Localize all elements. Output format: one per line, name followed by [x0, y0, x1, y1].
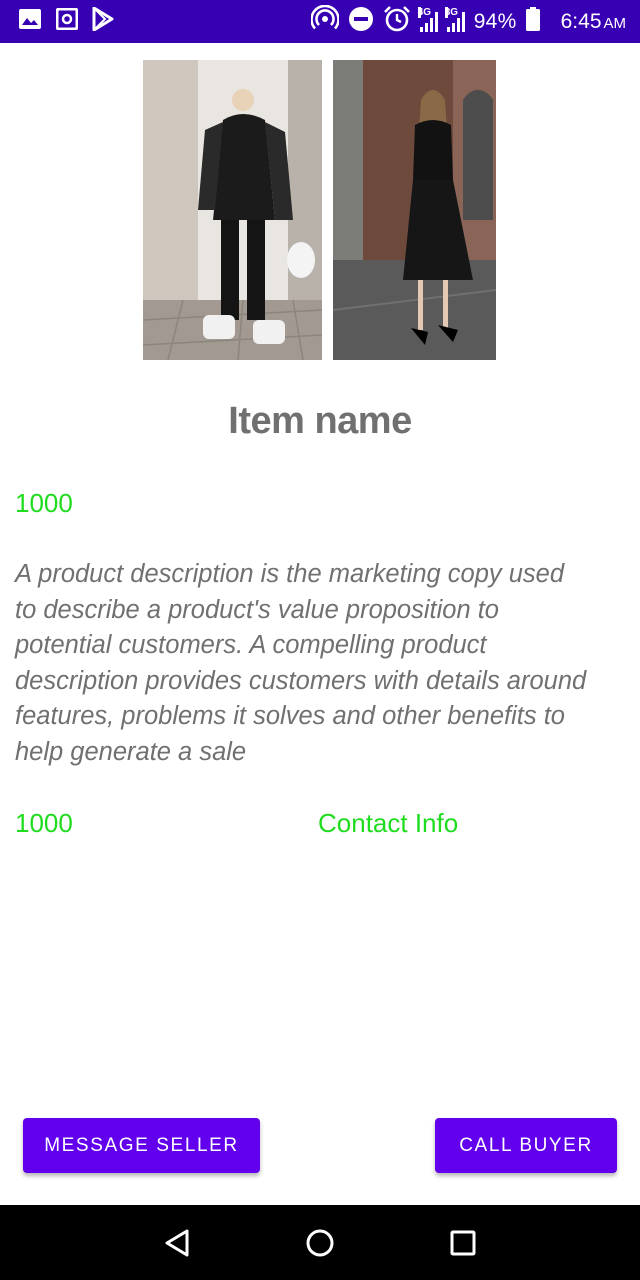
- battery-percent: 94%: [473, 9, 517, 33]
- do-not-disturb-icon: [348, 6, 374, 37]
- status-right: 4G 3G 94% 6:45 AM: [309, 4, 626, 38]
- image-icon: [18, 8, 42, 35]
- hotspot-icon: [309, 4, 340, 38]
- clock: 6:45 AM: [560, 9, 626, 33]
- screenshot-icon: [55, 7, 79, 35]
- status-left: [18, 6, 114, 36]
- alarm-icon: [383, 5, 411, 38]
- product-photo-1[interactable]: [143, 60, 322, 360]
- status-bar: 4G 3G 94% 6:45 AM: [0, 0, 640, 43]
- item-name: Item name: [228, 400, 412, 442]
- home-icon[interactable]: [300, 1223, 340, 1263]
- item-price-secondary: 1000: [15, 808, 73, 838]
- battery-icon: [525, 7, 540, 36]
- signal-3g-icon: 3G: [444, 6, 465, 32]
- item-price: 1000: [15, 488, 73, 518]
- back-icon[interactable]: [157, 1223, 197, 1263]
- play-store-icon: [92, 6, 114, 36]
- product-gallery: [143, 60, 496, 360]
- signal-4g-icon: 4G: [417, 6, 438, 32]
- call-buyer-button[interactable]: CALL BUYER: [435, 1118, 617, 1173]
- navigation-bar: [0, 1205, 640, 1280]
- recents-icon[interactable]: [443, 1223, 483, 1263]
- contact-info-label[interactable]: Contact Info: [318, 808, 458, 839]
- item-description: A product description is the marketing c…: [15, 560, 587, 766]
- message-seller-button[interactable]: MESSAGE SELLER: [23, 1118, 260, 1173]
- product-photo-2[interactable]: [333, 60, 496, 360]
